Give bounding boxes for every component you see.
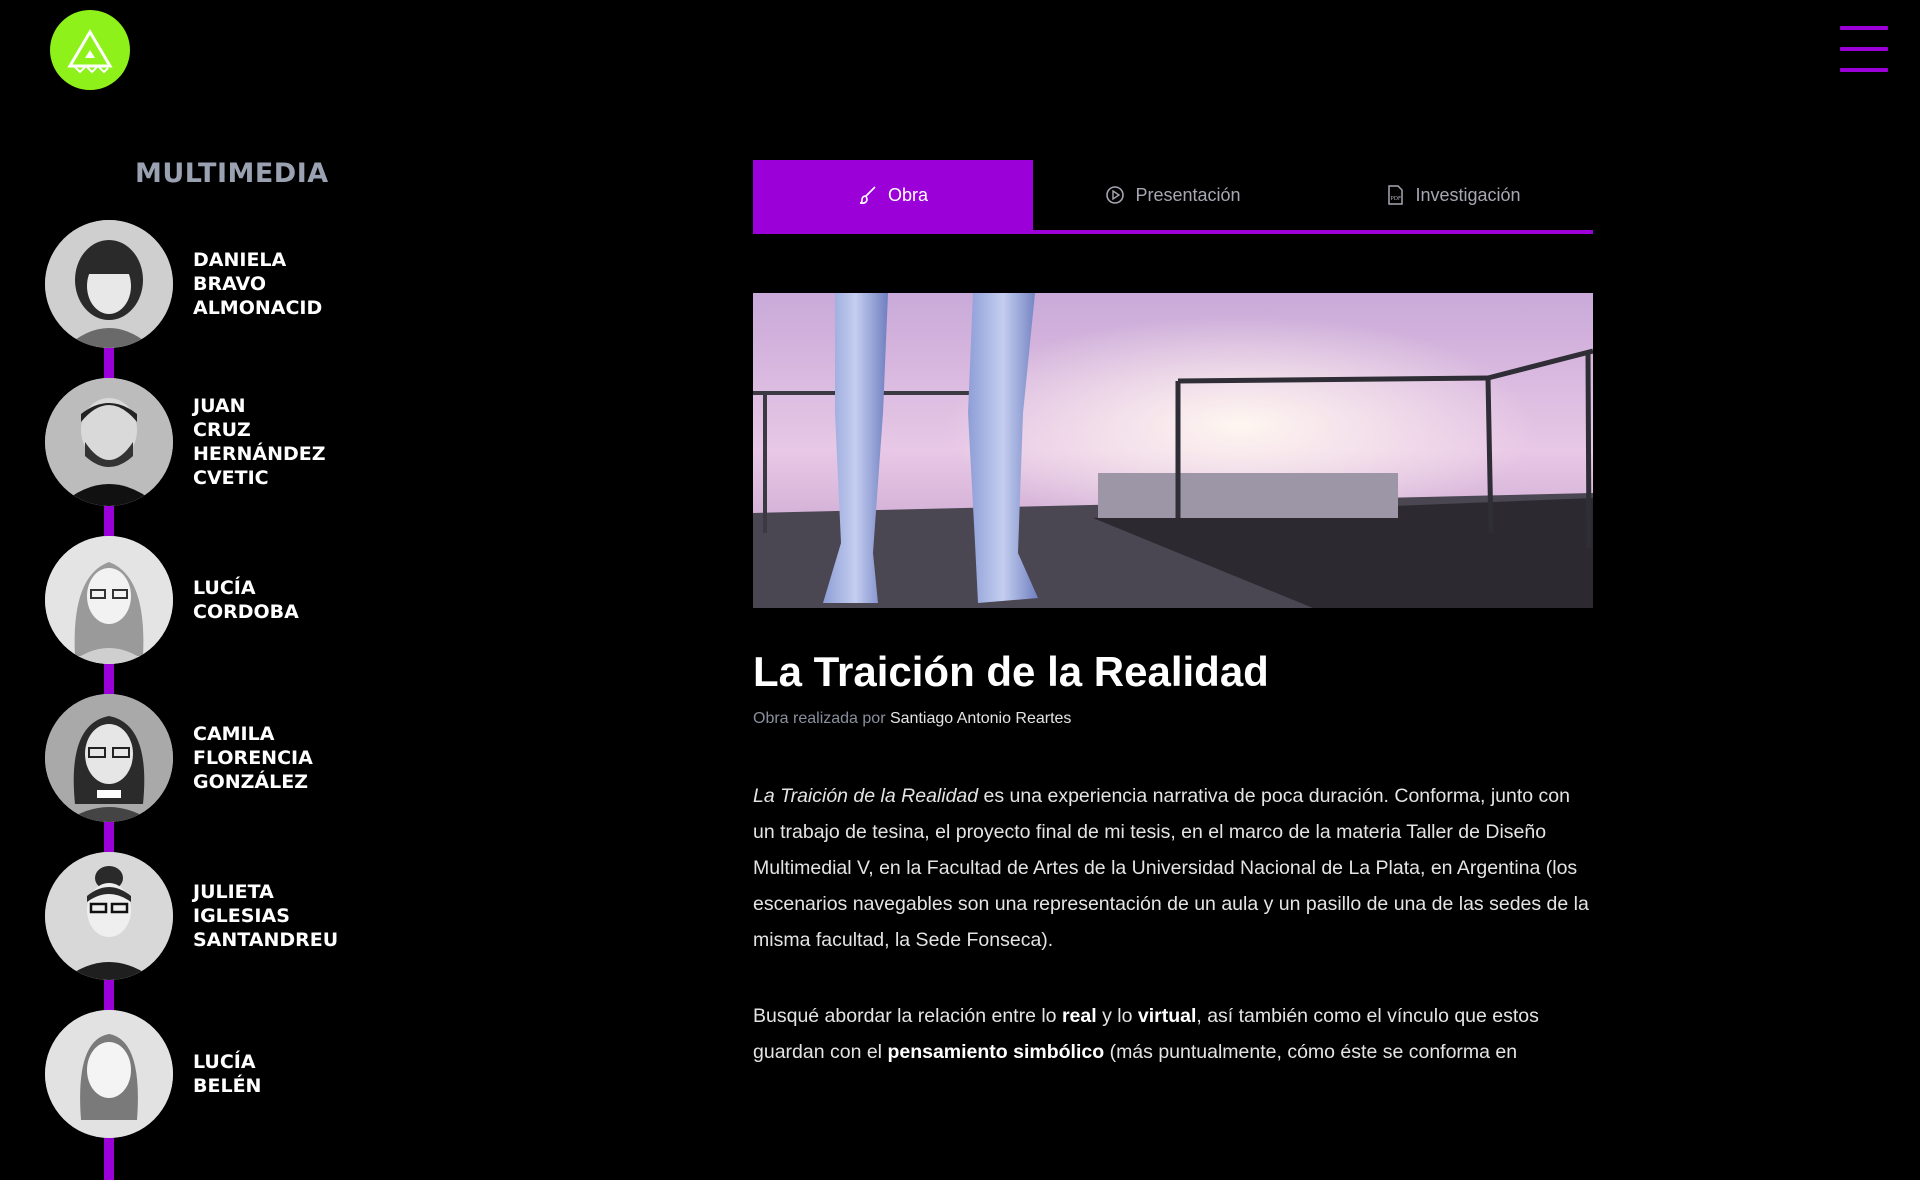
artist-name: JUAN CRUZ HERNÁNDEZ CVETIC <box>193 395 326 489</box>
artist-item[interactable]: LUCÍA BELÉN <box>45 1010 343 1138</box>
artist-name: DANIELA BRAVO ALMONACID <box>193 249 323 319</box>
content-tabs: Obra Presentación PDF Investigación <box>753 160 1593 234</box>
artist-item[interactable]: DANIELA BRAVO ALMONACID <box>45 220 343 348</box>
tab-label: Presentación <box>1135 184 1241 205</box>
artist-item[interactable]: CAMILA FLORENCIA GONZÁLEZ <box>45 694 343 822</box>
paragraph-text: Busqué abordar la relación entre lo <box>753 1005 1062 1027</box>
paragraph: La Traición de la Realidad es una experi… <box>753 778 1593 958</box>
menu-line <box>1840 68 1888 72</box>
avatar <box>45 536 173 664</box>
bold-term: pensamiento simbólico <box>887 1041 1105 1063</box>
artist-name: JULIETA IGLESIAS SANTANDREU <box>193 881 339 951</box>
tab-presentacion[interactable]: Presentación <box>1033 160 1313 230</box>
credit-prefix: Obra realizada por <box>753 710 886 727</box>
tab-obra[interactable]: Obra <box>753 160 1033 230</box>
artist-name: LUCÍA BELÉN <box>193 1051 262 1097</box>
avatar <box>45 378 173 506</box>
pdf-file-icon: PDF <box>1385 185 1405 205</box>
avatar <box>45 220 173 348</box>
svg-text:PDF: PDF <box>1391 196 1402 202</box>
section-title: MULTIMEDIA <box>135 158 329 189</box>
author-link[interactable]: Santiago Antonio Reartes <box>890 710 1071 727</box>
brush-icon <box>858 185 878 205</box>
tab-investigacion[interactable]: PDF Investigación <box>1313 160 1593 230</box>
work-hero-image <box>753 293 1593 608</box>
menu-line <box>1840 26 1888 30</box>
paragraph-text: y lo <box>1096 1005 1138 1027</box>
work-title: La Traición de la Realidad <box>753 648 1269 695</box>
tab-label: Obra <box>887 184 929 205</box>
artist-name: LUCÍA CORDOBA <box>193 577 299 623</box>
work-description: La Traición de la Realidad es una experi… <box>753 778 1593 1110</box>
triangle-logo-icon <box>67 29 113 74</box>
play-circle-icon <box>1105 185 1125 205</box>
avatar <box>45 852 173 980</box>
artist-item[interactable]: JUAN CRUZ HERNÁNDEZ CVETIC <box>45 378 343 506</box>
paragraph-text: (más puntualmente, cómo éste se conforma… <box>1104 1041 1518 1063</box>
avatar <box>45 694 173 822</box>
bold-term: virtual <box>1137 1005 1197 1027</box>
work-credit: Obra realizada por Santiago Antonio Rear… <box>753 710 1071 728</box>
paragraph: Busqué abordar la relación entre lo real… <box>753 998 1593 1070</box>
artist-name: CAMILA FLORENCIA GONZÁLEZ <box>193 723 313 793</box>
hamburger-menu-icon[interactable] <box>1840 26 1888 72</box>
work-title-italic: La Traición de la Realidad <box>753 785 979 807</box>
avatar <box>45 1010 173 1138</box>
bold-term: real <box>1061 1005 1097 1027</box>
site-logo[interactable] <box>50 10 130 90</box>
artist-item[interactable]: JULIETA IGLESIAS SANTANDREU <box>45 852 343 980</box>
tab-label: Investigación <box>1415 184 1521 205</box>
paragraph-text: es una experiencia narrativa de poca dur… <box>753 785 1589 951</box>
artist-item[interactable]: LUCÍA CORDOBA <box>45 536 343 664</box>
menu-line <box>1840 47 1888 51</box>
